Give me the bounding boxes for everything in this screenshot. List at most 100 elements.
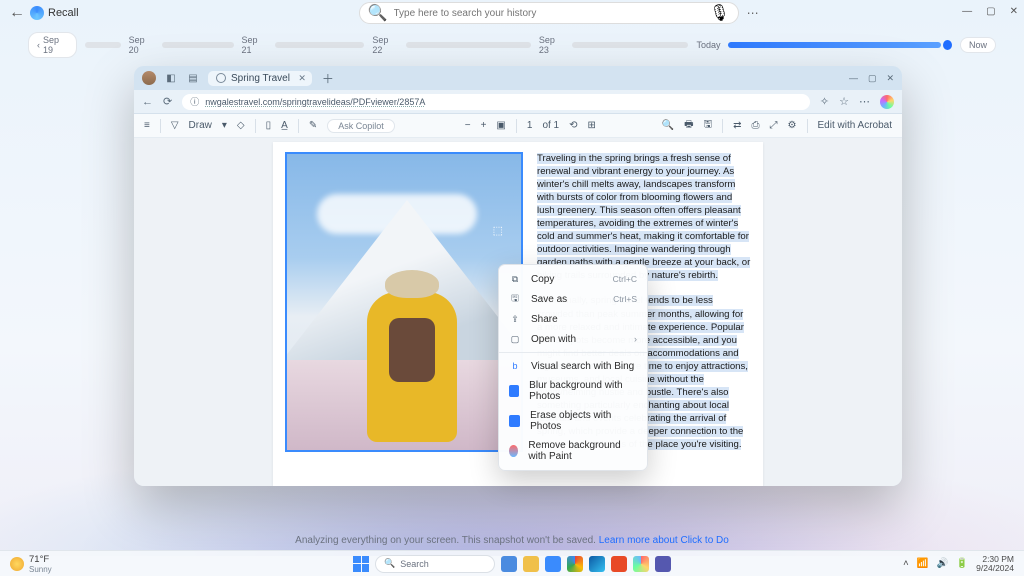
ctx-copy[interactable]: ⧉CopyCtrl+C bbox=[499, 269, 647, 289]
timeline-day: Sep 21 bbox=[242, 35, 267, 55]
address-bar[interactable]: ⓘ nwgalestravel.com/springtravelideas/PD… bbox=[182, 94, 810, 110]
timeline-segment[interactable] bbox=[406, 42, 531, 48]
search-input[interactable] bbox=[394, 8, 704, 19]
favorite-icon[interactable]: ☆ bbox=[839, 95, 849, 109]
timeline-segment[interactable] bbox=[572, 42, 688, 48]
text-icon[interactable]: A̲ bbox=[281, 120, 288, 131]
tray-wifi-icon[interactable]: 📶 bbox=[917, 558, 929, 569]
tabactions-icon[interactable]: ▤ bbox=[186, 71, 200, 85]
weather-cond: Sunny bbox=[29, 565, 52, 574]
settings-icon[interactable]: ⚙ bbox=[788, 120, 797, 131]
ctx-blur-bg[interactable]: Blur background with Photos bbox=[499, 376, 647, 406]
tray-clock[interactable]: 2:30 PM9/24/2024 bbox=[976, 555, 1014, 573]
tray-volume-icon[interactable]: 🔊 bbox=[936, 558, 948, 569]
timeline-today: Today bbox=[696, 40, 720, 50]
browser-close[interactable]: ✕ bbox=[886, 73, 894, 84]
site-info-icon[interactable]: ⓘ bbox=[190, 95, 199, 108]
toc-icon[interactable]: ≡ bbox=[144, 120, 150, 131]
nav-back[interactable]: ← bbox=[142, 96, 153, 108]
back-button[interactable]: ← bbox=[8, 4, 26, 22]
signature-icon[interactable]: ✎ bbox=[309, 120, 317, 131]
ctx-erase-objects[interactable]: Erase objects with Photos bbox=[499, 406, 647, 436]
more-button[interactable]: ⋯ bbox=[747, 6, 759, 20]
ctx-saveas[interactable]: 🖫Save asCtrl+S bbox=[499, 289, 647, 309]
openwith-icon: ▢ bbox=[509, 333, 521, 345]
browser-maximize[interactable]: ▢ bbox=[868, 73, 877, 84]
cursor-icon: ⬚ bbox=[493, 224, 503, 237]
copilot-icon[interactable] bbox=[880, 95, 894, 109]
timeline-segment[interactable] bbox=[85, 42, 121, 48]
screenshot-icon[interactable]: ⎙ bbox=[752, 120, 760, 131]
nav-refresh[interactable]: ⟳ bbox=[163, 95, 172, 108]
minimize-button[interactable]: — bbox=[962, 6, 972, 17]
tray-chevron[interactable]: ˄ bbox=[903, 558, 909, 569]
chevron-right-icon: › bbox=[634, 334, 637, 344]
app-widgets[interactable] bbox=[501, 556, 517, 572]
zoom-out[interactable]: − bbox=[465, 120, 471, 131]
paint-icon bbox=[509, 445, 518, 457]
erase-icon[interactable]: ◇ bbox=[237, 120, 245, 131]
learn-more-link[interactable]: Learn more about Click to Do bbox=[599, 535, 729, 546]
timeline-segment[interactable] bbox=[275, 42, 364, 48]
app-photos[interactable] bbox=[545, 556, 561, 572]
draw-button[interactable]: Draw bbox=[189, 120, 212, 131]
workspaces-icon[interactable]: ◧ bbox=[164, 71, 178, 85]
read-aloud-icon[interactable]: ✧ bbox=[820, 95, 829, 109]
menu-icon[interactable]: ⋯ bbox=[859, 95, 870, 109]
app-chrome[interactable] bbox=[567, 556, 583, 572]
timeline-start[interactable]: ‹Sep 19 bbox=[28, 32, 77, 58]
mic-icon[interactable]: 🎙 bbox=[709, 3, 729, 23]
app-explorer[interactable] bbox=[523, 556, 539, 572]
close-button[interactable]: ✕ bbox=[1010, 6, 1018, 17]
browser-minimize[interactable]: — bbox=[849, 73, 858, 84]
timeline-now[interactable]: Now bbox=[960, 37, 996, 53]
page-current[interactable]: 1 bbox=[527, 120, 533, 131]
app-office[interactable] bbox=[611, 556, 627, 572]
fullscreen-icon[interactable]: ⤢ bbox=[770, 120, 778, 131]
tray-battery-icon[interactable]: 🔋 bbox=[956, 558, 968, 569]
weather-temp: 71°F bbox=[29, 554, 52, 565]
new-tab-button[interactable]: ＋ bbox=[320, 70, 336, 86]
edit-acrobat[interactable]: Edit with Acrobat bbox=[818, 120, 892, 131]
timeline-active[interactable] bbox=[728, 42, 941, 48]
browser-tab[interactable]: Spring Travel ✕ bbox=[208, 71, 312, 86]
search-icon: 🔍 bbox=[384, 558, 395, 569]
taskbar-search[interactable]: 🔍Search bbox=[375, 555, 495, 573]
highlight-icon[interactable]: ▯ bbox=[266, 120, 272, 131]
draw-dropdown[interactable]: ▾ bbox=[222, 120, 227, 131]
ctx-share[interactable]: ⇪Share bbox=[499, 309, 647, 329]
app-edge[interactable] bbox=[589, 556, 605, 572]
tab-close[interactable]: ✕ bbox=[298, 73, 306, 84]
weather-widget[interactable]: 71°FSunny bbox=[10, 554, 52, 574]
ctx-remove-bg[interactable]: Remove background with Paint bbox=[499, 436, 647, 466]
zoom-in[interactable]: + bbox=[481, 120, 487, 131]
find-icon[interactable]: 🔍 bbox=[662, 120, 674, 131]
ctx-openwith[interactable]: ▢Open with› bbox=[499, 329, 647, 349]
status-message: Analyzing everything on your screen. Thi… bbox=[0, 535, 1024, 546]
history-search[interactable]: 🔍 🎙 bbox=[359, 2, 739, 24]
save-icon[interactable]: 🖫 bbox=[704, 117, 713, 134]
timeline-knob[interactable] bbox=[943, 40, 952, 50]
start-button[interactable] bbox=[353, 556, 369, 572]
profile-avatar[interactable] bbox=[142, 71, 156, 85]
pageview-icon[interactable]: ⊞ bbox=[588, 120, 596, 131]
timeline-segment[interactable] bbox=[162, 42, 233, 48]
ctx-visual-search[interactable]: bVisual search with Bing bbox=[499, 356, 647, 376]
ask-copilot-button[interactable]: Ask Copilot bbox=[327, 119, 395, 133]
bing-icon: b bbox=[509, 360, 521, 372]
sun-icon bbox=[10, 557, 24, 571]
selected-image[interactable]: ⬚ bbox=[285, 152, 523, 452]
tab-title: Spring Travel bbox=[231, 73, 290, 84]
fit-icon[interactable]: ▣ bbox=[496, 120, 505, 131]
share-icon: ⇪ bbox=[509, 313, 521, 325]
translate-icon[interactable]: ⇄ bbox=[733, 120, 741, 131]
app-teams[interactable] bbox=[655, 556, 671, 572]
filter-icon[interactable]: ▽ bbox=[171, 120, 179, 131]
maximize-button[interactable]: ▢ bbox=[986, 6, 995, 17]
print-icon[interactable]: 🖶 bbox=[684, 117, 693, 134]
rotate-icon[interactable]: ⟲ bbox=[569, 120, 577, 131]
photos-icon bbox=[509, 415, 520, 427]
timeline[interactable]: ‹Sep 19 Sep 20 Sep 21 Sep 22 Sep 23 Toda… bbox=[0, 26, 1024, 64]
timeline-day: Sep 22 bbox=[372, 35, 397, 55]
app-copilot[interactable] bbox=[633, 556, 649, 572]
